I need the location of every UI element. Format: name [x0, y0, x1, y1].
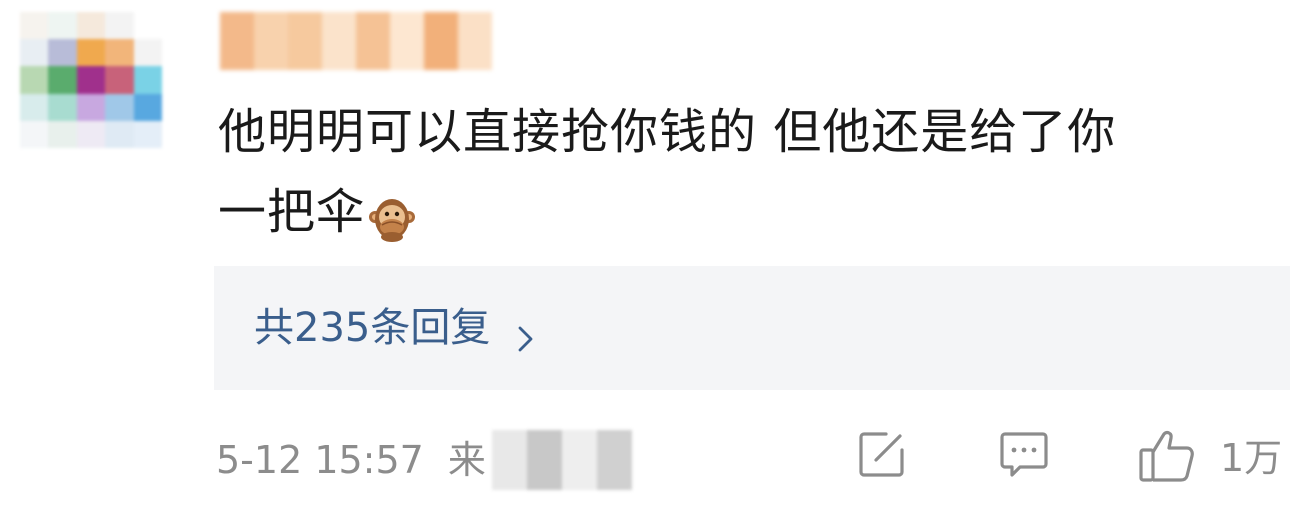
share-button[interactable] — [856, 428, 908, 480]
source-device-blurred — [491, 430, 632, 490]
comment-meta: 5-12 15:57 来 — [216, 430, 632, 490]
chevron-right-icon — [516, 313, 536, 352]
timestamp: 5-12 15:57 — [216, 438, 424, 482]
share-edit-icon — [856, 428, 908, 480]
avatar[interactable] — [20, 12, 162, 148]
replies-panel: 共235条回复 — [214, 266, 1290, 390]
view-replies-link[interactable]: 共235条回复 — [254, 300, 536, 356]
comment-line-2-text: 一把伞 — [218, 184, 366, 240]
replies-count-label: 共235条回复 — [254, 305, 491, 351]
source-prefix: 来 — [447, 438, 486, 482]
like-button[interactable] — [1138, 428, 1196, 484]
like-count: 1万 — [1220, 436, 1283, 480]
comment-line-1: 他明明可以直接抢你钱的 但他还是给了你 — [218, 104, 1117, 160]
thumbs-up-icon — [1138, 428, 1196, 484]
comment-line-2: 一把伞 — [218, 172, 1278, 252]
comment-text: 他明明可以直接抢你钱的 但他还是给了你 一把伞 — [218, 92, 1278, 252]
comment-button[interactable] — [998, 428, 1050, 480]
comment-icon — [998, 428, 1050, 480]
speak-no-evil-monkey-icon — [369, 187, 416, 242]
username[interactable] — [220, 12, 492, 70]
